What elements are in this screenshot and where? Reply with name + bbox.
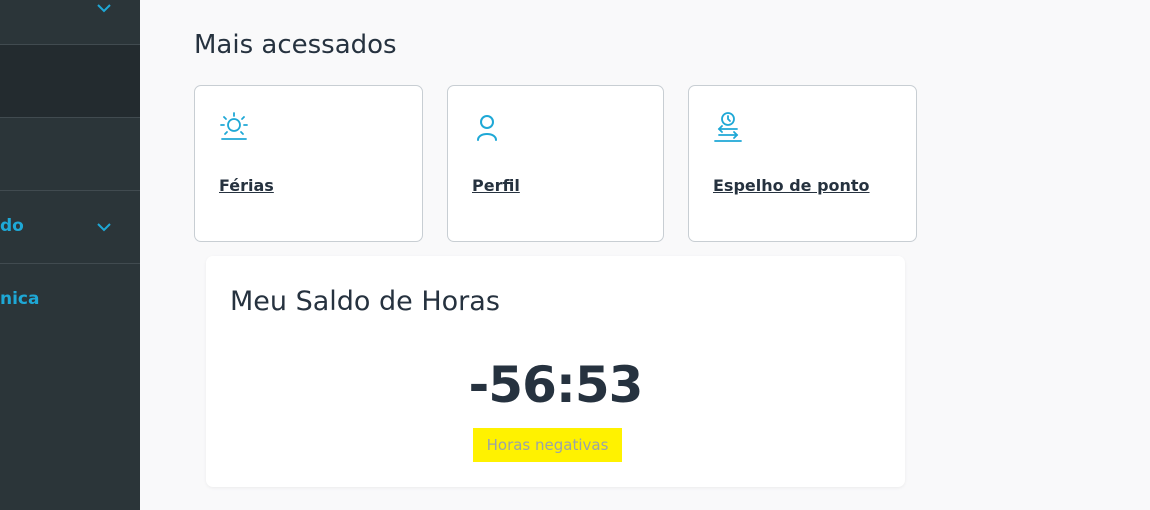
sidebar-item-nica[interactable]: nica [0, 264, 140, 336]
section-title: Mais acessados [194, 30, 397, 60]
sun-icon [220, 112, 248, 140]
sidebar-item-blank[interactable] [0, 118, 140, 191]
sidebar-item-label: do [0, 216, 24, 236]
card-link-espelho-de-ponto[interactable]: Espelho de ponto [713, 176, 870, 195]
chevron-down-icon [97, 223, 111, 232]
clock-transfer-icon [714, 112, 742, 142]
sidebar: do nica [0, 0, 140, 510]
sidebar-item-collapsed-menu[interactable] [0, 0, 140, 45]
card-ferias[interactable]: Férias [194, 85, 423, 242]
hours-balance-title: Meu Saldo de Horas [230, 286, 500, 317]
card-espelho-de-ponto[interactable]: Espelho de ponto [688, 85, 917, 242]
sidebar-item-do[interactable]: do [0, 191, 140, 264]
hours-balance-card: Meu Saldo de Horas -56:53 Horas negativa… [206, 256, 905, 487]
user-icon [477, 115, 497, 141]
sidebar-item-active[interactable] [0, 45, 140, 118]
hours-balance-status: Horas negativas [473, 428, 622, 462]
card-perfil[interactable]: Perfil [447, 85, 664, 242]
sidebar-item-label: nica [0, 289, 40, 309]
card-link-ferias[interactable]: Férias [219, 176, 274, 195]
hours-balance-value: -56:53 [468, 356, 644, 414]
card-link-perfil[interactable]: Perfil [472, 176, 520, 195]
chevron-down-icon [97, 4, 111, 13]
